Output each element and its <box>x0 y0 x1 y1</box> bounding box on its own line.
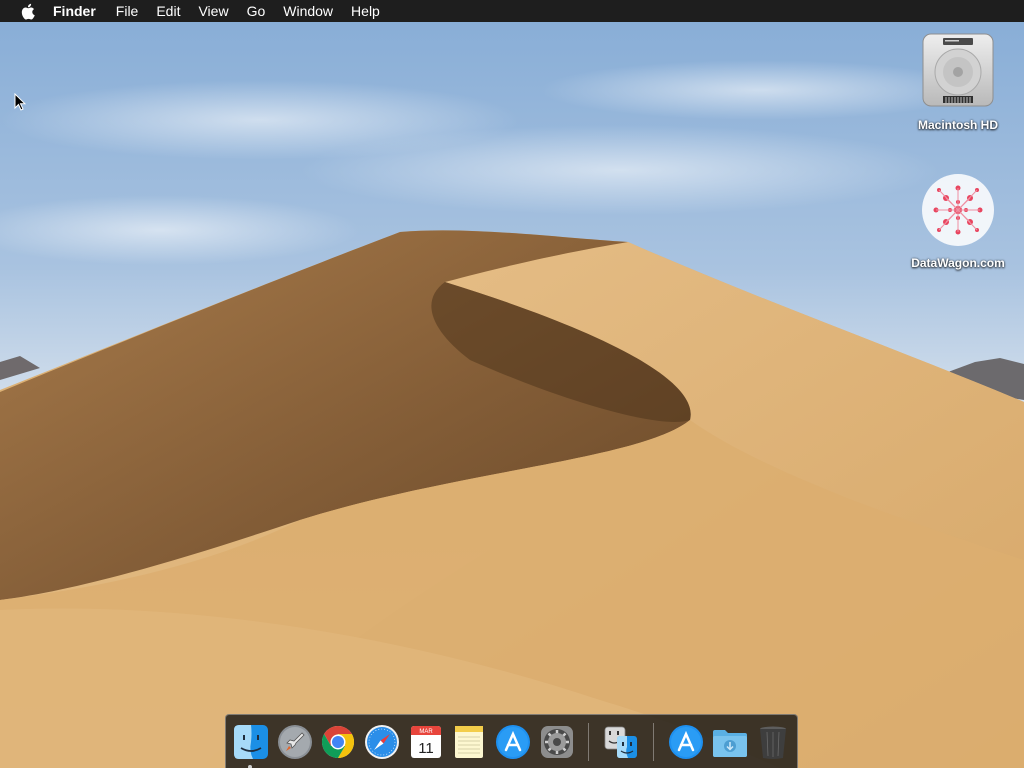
dock-item-downloads[interactable] <box>710 722 750 762</box>
dock-item-app-store[interactable] <box>493 722 533 762</box>
system-preferences-gear-icon <box>540 725 573 758</box>
dock-item-chrome[interactable] <box>318 722 358 762</box>
desktop-icon-datawagon[interactable]: DataWagon.com <box>903 170 1013 270</box>
desktop-icon-macintosh-hd[interactable]: Macintosh HD <box>903 32 1013 132</box>
app-store-icon <box>668 724 703 759</box>
launchpad-rocket-icon <box>277 724 312 759</box>
desktop-wallpaper <box>0 0 1024 768</box>
chrome-icon <box>322 725 355 758</box>
dock-separator <box>653 722 655 761</box>
app-store-icon <box>495 724 530 759</box>
menu-view[interactable]: View <box>198 0 228 22</box>
calendar-day: 11 <box>418 740 434 757</box>
menu-edit[interactable]: Edit <box>156 0 180 22</box>
dock-separator <box>588 722 590 761</box>
dock-item-safari[interactable] <box>362 722 402 762</box>
apple-logo-icon[interactable] <box>18 2 36 20</box>
dock-item-launchpad[interactable] <box>275 722 315 762</box>
menu-bar: Finder File Edit View Go Window Help <box>0 0 1024 22</box>
calendar-month: MAR <box>419 729 433 735</box>
mouse-cursor-icon <box>14 93 26 111</box>
menu-window[interactable]: Window <box>283 0 333 22</box>
migration-assistant-icon <box>604 726 638 758</box>
menu-help[interactable]: Help <box>351 0 380 22</box>
dock-item-trash[interactable] <box>753 722 793 762</box>
downloads-folder-icon <box>712 729 747 757</box>
dock-item-system-preferences[interactable] <box>537 722 577 762</box>
dock-item-calendar[interactable]: MAR 11 <box>406 722 446 762</box>
desktop-icon-label: DataWagon.com <box>911 256 1005 270</box>
hard-drive-icon <box>922 33 994 107</box>
dock: MAR 11 <box>225 714 798 768</box>
menu-app-name[interactable]: Finder <box>53 0 96 22</box>
dock-item-app-store-folder[interactable] <box>666 722 706 762</box>
dock-item-finder[interactable] <box>231 722 271 768</box>
menu-go[interactable]: Go <box>247 0 266 22</box>
running-indicator <box>248 764 252 768</box>
safari-compass-icon <box>364 724 399 759</box>
trash-icon <box>760 726 787 759</box>
calendar-icon: MAR 11 <box>410 725 441 758</box>
desktop-icon-label: Macintosh HD <box>917 118 998 132</box>
menu-file[interactable]: File <box>116 0 139 22</box>
pink-flower-pattern-icon <box>922 174 994 246</box>
notes-icon <box>455 725 484 758</box>
desktop[interactable]: Finder File Edit View Go Window Help Mac… <box>0 0 1024 768</box>
finder-icon <box>233 724 268 759</box>
dock-item-migration-assistant[interactable] <box>601 722 641 762</box>
dock-item-notes[interactable] <box>449 722 489 762</box>
